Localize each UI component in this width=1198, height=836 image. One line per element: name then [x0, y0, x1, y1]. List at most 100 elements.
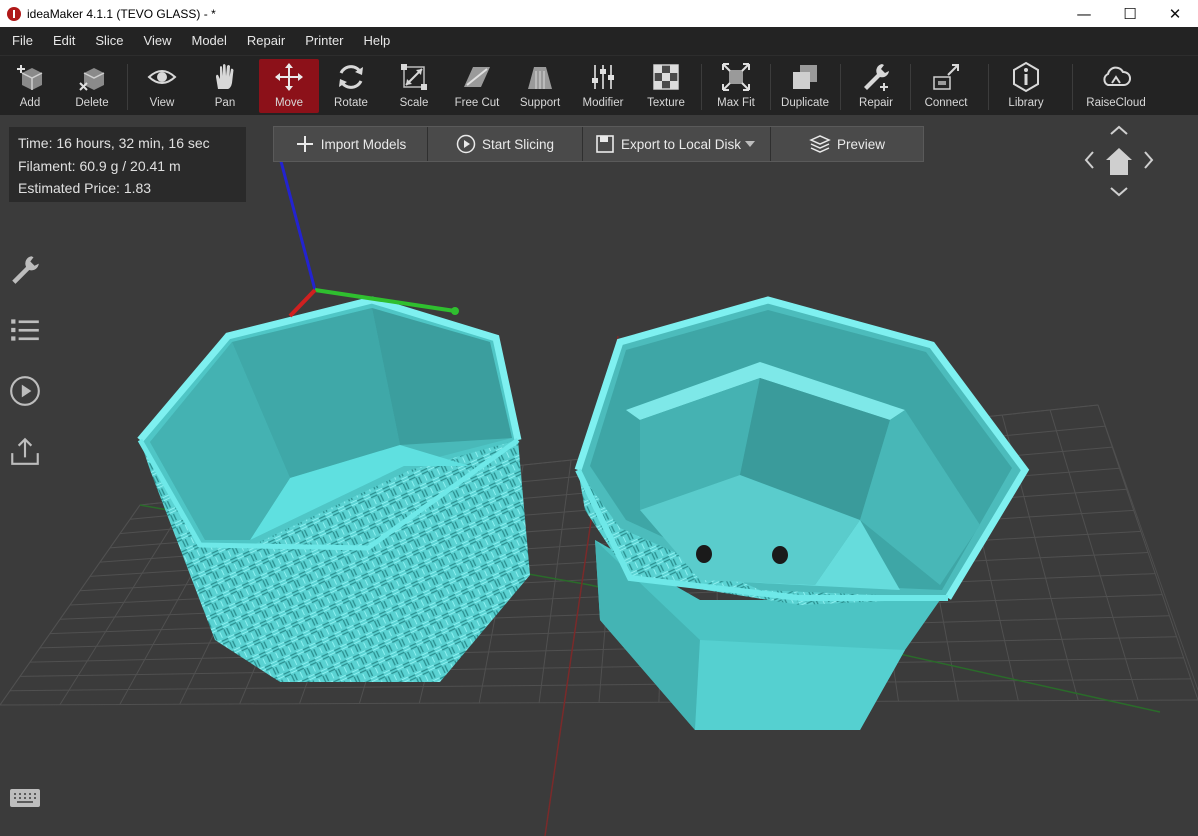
preview-label: Preview — [836, 136, 885, 152]
add-button[interactable]: Add — [0, 59, 60, 113]
menu-bar: File Edit Slice View Model Repair Printe… — [0, 27, 1198, 55]
pan-button[interactable]: Pan — [195, 59, 255, 113]
left-pot-model[interactable] — [137, 296, 530, 682]
close-button[interactable]: ✕ — [1152, 0, 1198, 27]
checker-texture-icon — [636, 59, 696, 95]
scale-icon — [384, 59, 444, 95]
chevron-down-icon[interactable] — [744, 140, 756, 148]
chevron-down-icon — [1110, 187, 1128, 197]
toolbar-divider — [770, 64, 771, 110]
move-label: Move — [274, 97, 304, 109]
chevron-left-icon — [1084, 151, 1094, 169]
max-fit-label: Max Fit — [717, 97, 755, 109]
menu-view[interactable]: View — [134, 27, 182, 55]
rotate-button[interactable]: Rotate — [321, 59, 381, 113]
preview-button[interactable]: Preview — [771, 127, 923, 161]
raisecloud-label: RaiseCloud — [1086, 97, 1146, 109]
home-icon — [1106, 148, 1132, 175]
build-plate-scene[interactable] — [0, 115, 1198, 836]
connect-button[interactable]: Connect — [916, 59, 976, 113]
start-slicing-button[interactable]: Start Slicing — [428, 127, 583, 161]
drain-hole — [696, 545, 712, 563]
menu-model[interactable]: Model — [182, 27, 237, 55]
toolbar-divider — [910, 64, 911, 110]
play-circle-icon — [456, 134, 476, 154]
delete-button[interactable]: Delete — [62, 59, 122, 113]
support-label: Support — [519, 97, 561, 109]
free-cut-label: Free Cut — [454, 97, 500, 109]
view-label: View — [149, 97, 175, 109]
import-models-label: Import Models — [320, 136, 407, 152]
menu-file[interactable]: File — [2, 27, 43, 55]
price-text: Estimated Price: 1.83 — [18, 180, 152, 196]
delete-label: Delete — [75, 97, 109, 109]
plus-icon — [296, 136, 313, 152]
library-label: Library — [1008, 97, 1044, 109]
upload-export-icon[interactable] — [7, 433, 43, 469]
toolbar-divider — [1072, 64, 1073, 110]
menu-help[interactable]: Help — [354, 27, 401, 55]
filament-text: Filament: 60.9 g / 20.41 m — [18, 157, 181, 174]
slice-info-panel: Time: 16 hours, 32 min, 16 sec Filament:… — [9, 127, 246, 202]
add-cube-icon — [0, 59, 60, 95]
repair-label: Repair — [859, 97, 893, 109]
add-label: Add — [19, 97, 41, 109]
hand-icon — [195, 59, 255, 95]
quick-action-bar: Import Models Start Slicing Export to Lo… — [273, 126, 924, 162]
play-icon[interactable] — [7, 373, 43, 409]
wrench-icon — [846, 59, 906, 95]
toolbar-divider — [988, 64, 989, 110]
main-toolbar: Add Delete View Pan Move Rotate Scale Fr… — [0, 55, 1198, 115]
modifier-label: Modifier — [582, 97, 624, 109]
minimize-button[interactable]: — — [1061, 0, 1107, 27]
app-logo-icon — [7, 6, 21, 21]
save-disk-icon — [596, 135, 614, 153]
free-cut-button[interactable]: Free Cut — [447, 59, 507, 113]
menu-edit[interactable]: Edit — [43, 27, 85, 55]
view-navigation-control[interactable] — [1078, 120, 1162, 204]
export-local-disk-button[interactable]: Export to Local Disk — [583, 127, 771, 161]
duplicate-label: Duplicate — [781, 97, 829, 109]
scale-button[interactable]: Scale — [384, 59, 444, 113]
texture-button[interactable]: Texture — [636, 59, 696, 113]
maximize-button[interactable]: ☐ — [1107, 0, 1153, 27]
support-button[interactable]: Support — [510, 59, 570, 113]
print-time-text: Time: 16 hours, 32 min, 16 sec — [18, 135, 210, 151]
3d-viewport[interactable] — [0, 115, 1198, 836]
view-button[interactable]: View — [132, 59, 192, 113]
start-slicing-label: Start Slicing — [481, 136, 555, 152]
drain-hole — [772, 546, 788, 564]
toolbar-divider — [701, 64, 702, 110]
object-list-icon[interactable] — [7, 312, 43, 348]
layers-icon — [809, 135, 831, 153]
menu-slice[interactable]: Slice — [85, 27, 133, 55]
move-gizmo[interactable] — [276, 149, 459, 318]
eye-icon — [132, 59, 192, 95]
texture-label: Texture — [647, 97, 685, 109]
keyboard-icon[interactable] — [7, 780, 43, 816]
window-title: ideaMaker 4.1.1 (TEVO GLASS) - * — [27, 6, 216, 21]
move-button[interactable]: Move — [259, 59, 319, 113]
duplicate-button[interactable]: Duplicate — [775, 59, 835, 113]
library-button[interactable]: Library — [996, 59, 1056, 113]
ideamaker-window: ideaMaker 4.1.1 (TEVO GLASS) - * — ☐ ✕ F… — [0, 0, 1198, 836]
pan-label: Pan — [214, 97, 236, 109]
library-info-icon — [996, 59, 1056, 95]
raisecloud-button[interactable]: RaiseCloud — [1086, 59, 1146, 113]
z-axis-handle — [276, 149, 317, 291]
repair-button[interactable]: Repair — [846, 59, 906, 113]
menu-repair[interactable]: Repair — [237, 27, 295, 55]
rotate-label: Rotate — [334, 97, 368, 109]
title-bar: ideaMaker 4.1.1 (TEVO GLASS) - * — ☐ ✕ — [0, 0, 1198, 27]
modifier-button[interactable]: Modifier — [573, 59, 633, 113]
menu-printer[interactable]: Printer — [295, 27, 353, 55]
toolbar-divider — [840, 64, 841, 110]
sliders-icon — [573, 59, 633, 95]
support-icon — [510, 59, 570, 95]
settings-wrench-icon[interactable] — [7, 252, 43, 288]
import-models-button[interactable]: Import Models — [274, 127, 428, 161]
connect-printer-icon — [916, 59, 976, 95]
max-fit-icon — [706, 59, 766, 95]
right-pot-model[interactable] — [574, 296, 1030, 730]
max-fit-button[interactable]: Max Fit — [706, 59, 766, 113]
